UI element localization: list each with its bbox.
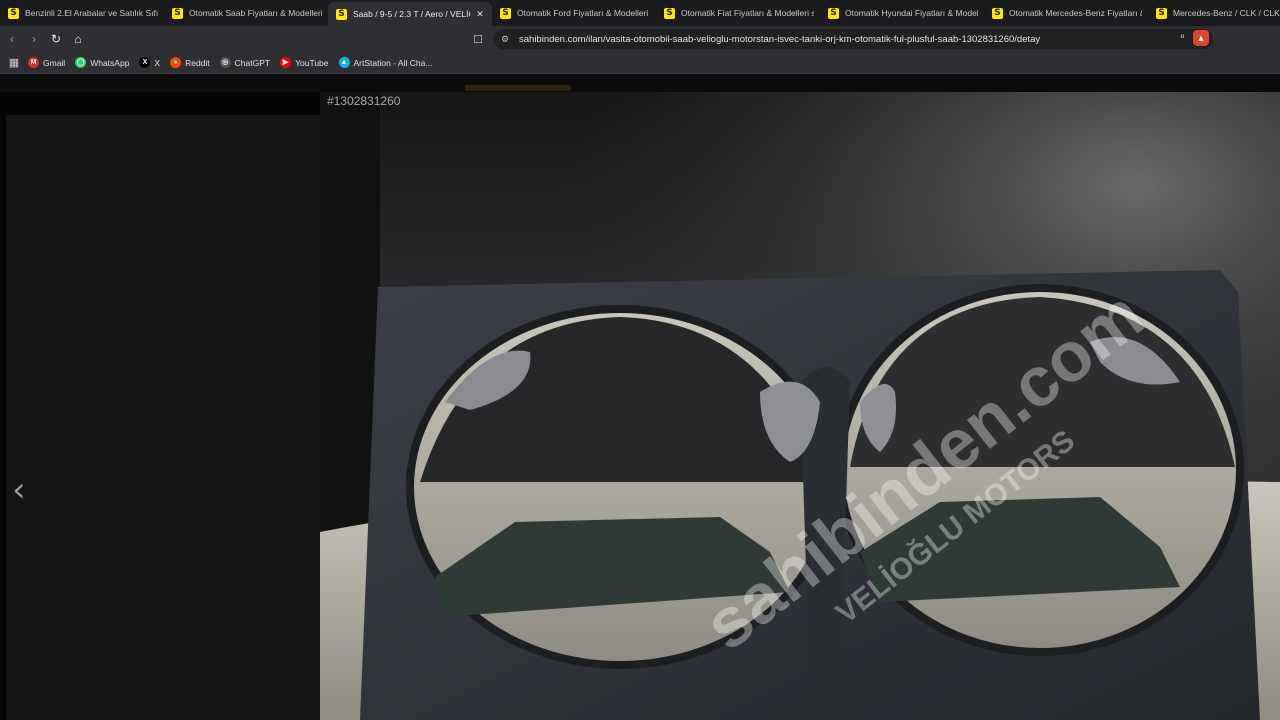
sahibinden-favicon-icon: S: [992, 7, 1003, 19]
header-accent: [465, 85, 571, 91]
bookmark-icon[interactable]: ☐: [470, 30, 486, 48]
tab-5[interactable]: S Otomatik Hyundai Fiyatları & Modell: [820, 2, 984, 24]
key-icon[interactable]: ⚬: [1178, 32, 1186, 43]
bookmark-label: Reddit: [185, 57, 210, 68]
tab-1[interactable]: S Otomatik Saab Fiyatları & Modelleri: [164, 2, 328, 24]
tab-title: Otomatik Saab Fiyatları & Modelleri: [189, 8, 322, 18]
tab-title: Saab / 9-5 / 2.3 T / Aero / VELİO: [353, 9, 470, 19]
bookmark-3[interactable]: ● Reddit: [170, 57, 210, 68]
bookmark-5[interactable]: ▶ YouTube: [280, 57, 329, 68]
tab-4[interactable]: S Otomatik Fiat Fiyatları & Modelleri sa: [656, 2, 820, 24]
tab-7[interactable]: S Mercedes-Benz / CLK / CLK 20: [1148, 2, 1280, 24]
gallery-side-panel: [6, 115, 320, 720]
gmail-icon: M: [28, 57, 39, 68]
whatsapp-icon: ◯: [75, 57, 87, 68]
bookmark-label: YouTube: [295, 57, 329, 68]
browser-toolbar: ‹ › ↻ ⌂ ☐ ⚙ sahibinden.com/ilan/vasita-o…: [0, 26, 1280, 52]
sahibinden-favicon-icon: S: [500, 7, 511, 19]
x-icon: X: [139, 57, 151, 68]
cupholder-photo: sahibinden.com VELİOĞLU MOTORS: [320, 92, 1280, 720]
sahibinden-favicon-icon: S: [172, 7, 183, 19]
bookmark-label: Gmail: [43, 57, 66, 68]
tab-title: Benzinli 2.El Arabalar ve Satılık Sıfır …: [25, 8, 158, 18]
back-icon[interactable]: ‹: [2, 29, 22, 49]
reload-icon[interactable]: ↻: [46, 29, 66, 49]
address-bar[interactable]: ⚙ sahibinden.com/ilan/vasita-otomobil-sa…: [493, 29, 1213, 49]
artstation-icon: ▲: [338, 57, 350, 68]
tab-title: Otomatik Hyundai Fiyatları & Modell: [845, 8, 978, 18]
tab-title: Mercedes-Benz / CLK / CLK 20: [1173, 8, 1280, 18]
tab-6[interactable]: S Otomatik Mercedes-Benz Fiyatları &: [984, 2, 1148, 24]
listing-photo[interactable]: sahibinden.com VELİOĞLU MOTORS: [320, 92, 1280, 720]
bookmarks-bar: ▦ M Gmail ◯ WhatsApp X X ● Reddit ◎ ChatGPT ▶ YouTu…: [0, 52, 1280, 74]
bookmark-1[interactable]: ◯ WhatsApp: [75, 57, 129, 68]
bookmark-6[interactable]: ▲ ArtStation - All Cha...: [338, 57, 433, 68]
sahibinden-favicon-icon: S: [664, 7, 675, 19]
bookmark-2[interactable]: XX: [139, 57, 160, 68]
listing-number: #1302831260: [327, 94, 401, 108]
apps-grid-icon[interactable]: ▦: [0, 56, 28, 69]
sahibinden-favicon-icon: S: [8, 7, 19, 19]
bookmark-0[interactable]: M Gmail: [28, 57, 65, 68]
page-header-strip: [0, 75, 1280, 92]
bookmark-label: ChatGPT: [234, 57, 271, 68]
tab-title: Otomatik Ford Fiyatları & Modelleri s: [517, 8, 650, 18]
youtube-icon: ▶: [280, 57, 292, 68]
chatgpt-icon: ◎: [219, 57, 231, 68]
tab-strip: S Benzinli 2.El Arabalar ve Satılık Sıfır…: [0, 0, 1280, 26]
bookmark-label: ArtStation - All Cha...: [353, 57, 433, 68]
tab-0[interactable]: S Benzinli 2.El Arabalar ve Satılık Sıfır…: [0, 2, 164, 24]
url-text: sahibinden.com/ilan/vasita-otomobil-saab…: [519, 33, 1041, 45]
home-icon[interactable]: ⌂: [68, 29, 88, 49]
brave-shield-icon[interactable]: ▲: [1193, 30, 1209, 46]
site-info-icon[interactable]: ⚙: [501, 34, 515, 45]
tab-3[interactable]: S Otomatik Ford Fiyatları & Modelleri s: [492, 2, 656, 24]
tab-title: Otomatik Fiat Fiyatları & Modelleri sa: [681, 8, 814, 18]
bookmark-4[interactable]: ◎ ChatGPT: [219, 57, 271, 68]
sahibinden-favicon-icon: S: [828, 7, 839, 19]
tab-title: Otomatik Mercedes-Benz Fiyatları &: [1009, 8, 1142, 18]
bookmark-label: WhatsApp: [90, 57, 130, 68]
previous-photo-button[interactable]: ‹: [12, 470, 36, 510]
listing-page: #1302831260 sahibinden.com VELİOĞLU MOTO…: [0, 75, 1280, 720]
sahibinden-favicon-icon: S: [1156, 7, 1167, 19]
reddit-icon: ●: [170, 57, 182, 68]
sahibinden-favicon-icon: S: [336, 8, 347, 20]
bookmark-label: X: [154, 57, 161, 68]
close-tab-icon[interactable]: ✕: [474, 9, 486, 20]
forward-icon[interactable]: ›: [24, 29, 44, 49]
tab-2[interactable]: S Saab / 9-5 / 2.3 T / Aero / VELİO ✕: [328, 2, 492, 26]
